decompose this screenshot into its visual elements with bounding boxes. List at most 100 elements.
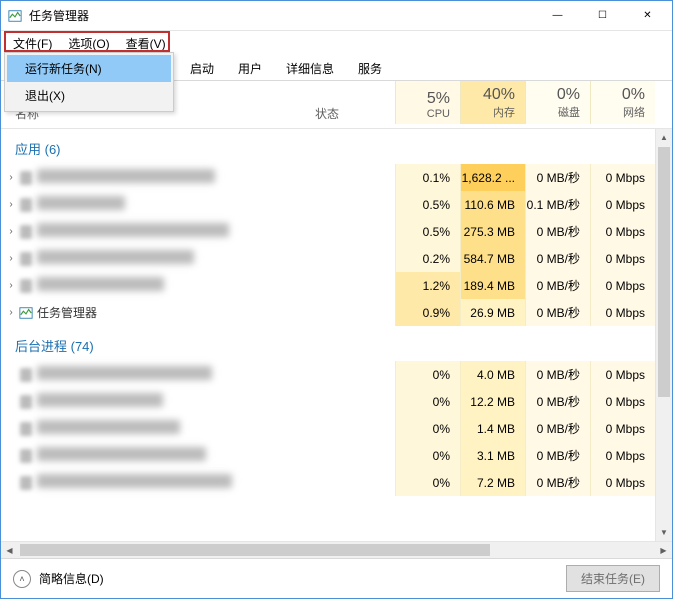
network-cell: 0 Mbps xyxy=(590,361,655,388)
process-row[interactable]: ›0.2%584.7 MB0 MB/秒0 Mbps xyxy=(1,245,672,272)
disk-cell: 0 MB/秒 xyxy=(525,388,590,415)
process-row[interactable]: 0%12.2 MB0 MB/秒0 Mbps xyxy=(1,388,672,415)
process-icon xyxy=(17,306,35,320)
minimize-button[interactable]: — xyxy=(535,2,580,30)
cpu-cell: 0% xyxy=(395,469,460,496)
group-background[interactable]: 后台进程 (74) xyxy=(1,326,672,361)
menu-exit[interactable]: 退出(X) xyxy=(7,82,171,109)
memory-cell: 4.0 MB xyxy=(460,361,525,388)
disk-cell: 0 MB/秒 xyxy=(525,442,590,469)
process-row[interactable]: 0%3.1 MB0 MB/秒0 Mbps xyxy=(1,442,672,469)
network-cell: 0 Mbps xyxy=(590,388,655,415)
col-header-cpu[interactable]: 5% CPU xyxy=(395,81,460,124)
process-row[interactable]: ›1.2%189.4 MB0 MB/秒0 Mbps xyxy=(1,272,672,299)
close-button[interactable]: ✕ xyxy=(625,2,670,30)
col-header-network[interactable]: 0% 网络 xyxy=(590,81,655,124)
end-task-button[interactable]: 结束任务(E) xyxy=(566,565,660,592)
tab-startup[interactable]: 启动 xyxy=(179,55,225,80)
net-label: 网络 xyxy=(591,104,645,120)
disk-cell: 0 MB/秒 xyxy=(525,299,590,326)
horizontal-scrollbar[interactable]: ◀ ▶ xyxy=(1,541,672,558)
fewer-details-link[interactable]: 简略信息(D) xyxy=(39,570,104,587)
expander-icon[interactable]: › xyxy=(1,199,17,210)
group-apps[interactable]: 应用 (6) xyxy=(1,129,672,164)
process-icon xyxy=(17,449,35,463)
file-menu-dropdown: 运行新任务(N) 退出(X) xyxy=(4,52,174,112)
expander-icon[interactable]: › xyxy=(1,307,17,318)
bottombar: ˄ 简略信息(D) 结束任务(E) xyxy=(1,558,672,598)
process-row[interactable]: 0%7.2 MB0 MB/秒0 Mbps xyxy=(1,469,672,496)
memory-cell: 7.2 MB xyxy=(460,469,525,496)
network-cell: 0 Mbps xyxy=(590,164,655,191)
process-icon xyxy=(17,395,35,409)
network-cell: 0 Mbps xyxy=(590,218,655,245)
hscroll-track[interactable] xyxy=(18,542,655,558)
scroll-thumb[interactable] xyxy=(658,147,670,397)
network-cell: 0 Mbps xyxy=(590,415,655,442)
cpu-label: CPU xyxy=(396,108,450,120)
process-row[interactable]: ›0.5%110.6 MB0.1 MB/秒0 Mbps xyxy=(1,191,672,218)
titlebar: 任务管理器 — ☐ ✕ xyxy=(1,1,672,31)
memory-cell: 584.7 MB xyxy=(460,245,525,272)
memory-cell: 12.2 MB xyxy=(460,388,525,415)
hscroll-left-button[interactable]: ◀ xyxy=(1,546,18,555)
cpu-cell: 0.9% xyxy=(395,299,460,326)
hscroll-right-button[interactable]: ▶ xyxy=(655,546,672,555)
col-header-disk[interactable]: 0% 磁盘 xyxy=(525,81,590,124)
hscroll-thumb[interactable] xyxy=(20,544,490,556)
process-row[interactable]: ›0.1%1,628.2 ...0 MB/秒0 Mbps xyxy=(1,164,672,191)
memory-cell: 26.9 MB xyxy=(460,299,525,326)
app-icon xyxy=(7,8,23,24)
process-list: 应用 (6) ›0.1%1,628.2 ...0 MB/秒0 Mbps›0.5%… xyxy=(1,129,672,541)
expander-icon[interactable]: › xyxy=(1,253,17,264)
maximize-button[interactable]: ☐ xyxy=(580,2,625,30)
cpu-cell: 0% xyxy=(395,415,460,442)
cpu-cell: 0% xyxy=(395,388,460,415)
disk-label: 磁盘 xyxy=(526,104,580,120)
disk-cell: 0.1 MB/秒 xyxy=(525,191,590,218)
process-row[interactable]: › 任务管理器 0.9%26.9 MB0 MB/秒0 Mbps xyxy=(1,299,672,326)
network-cell: 0 Mbps xyxy=(590,299,655,326)
window-title: 任务管理器 xyxy=(29,7,535,24)
process-icon xyxy=(17,279,35,293)
process-name xyxy=(35,277,315,294)
tab-users[interactable]: 用户 xyxy=(227,55,273,80)
task-manager-window: 任务管理器 — ☐ ✕ 文件(F) 选项(O) 查看(V) 运行新任务(N) 退… xyxy=(0,0,673,599)
mem-label: 内存 xyxy=(461,104,515,120)
process-name xyxy=(35,223,315,240)
menu-run-new-task[interactable]: 运行新任务(N) xyxy=(7,55,171,82)
col-header-status[interactable]: 状态 xyxy=(315,105,395,124)
cpu-cell: 0.5% xyxy=(395,218,460,245)
process-name: 任务管理器 xyxy=(35,304,315,321)
disk-cell: 0 MB/秒 xyxy=(525,415,590,442)
expander-icon[interactable]: › xyxy=(1,172,17,183)
expander-icon[interactable]: › xyxy=(1,226,17,237)
memory-cell: 3.1 MB xyxy=(460,442,525,469)
cpu-cell: 0% xyxy=(395,442,460,469)
tab-details[interactable]: 详细信息 xyxy=(275,55,345,80)
cpu-cell: 1.2% xyxy=(395,272,460,299)
mem-usage-pct: 40% xyxy=(461,86,515,104)
tab-services[interactable]: 服务 xyxy=(347,55,393,80)
cpu-usage-pct: 5% xyxy=(396,90,450,108)
memory-cell: 1,628.2 ... xyxy=(460,164,525,191)
memory-cell: 110.6 MB xyxy=(460,191,525,218)
process-row[interactable]: 0%1.4 MB0 MB/秒0 Mbps xyxy=(1,415,672,442)
col-header-memory[interactable]: 40% 内存 xyxy=(460,81,525,124)
process-row[interactable]: ›0.5%275.3 MB0 MB/秒0 Mbps xyxy=(1,218,672,245)
process-icon xyxy=(17,368,35,382)
net-usage-pct: 0% xyxy=(591,86,645,104)
cpu-cell: 0.2% xyxy=(395,245,460,272)
scroll-up-button[interactable]: ▲ xyxy=(656,129,672,146)
process-name xyxy=(35,366,315,383)
vertical-scrollbar[interactable]: ▲ ▼ xyxy=(655,129,672,541)
process-row[interactable]: 0%4.0 MB0 MB/秒0 Mbps xyxy=(1,361,672,388)
process-name xyxy=(35,420,315,437)
chevron-up-icon[interactable]: ˄ xyxy=(13,570,31,588)
process-name xyxy=(35,393,315,410)
disk-cell: 0 MB/秒 xyxy=(525,164,590,191)
expander-icon[interactable]: › xyxy=(1,280,17,291)
scroll-down-button[interactable]: ▼ xyxy=(656,524,672,541)
memory-cell: 189.4 MB xyxy=(460,272,525,299)
cpu-cell: 0.5% xyxy=(395,191,460,218)
